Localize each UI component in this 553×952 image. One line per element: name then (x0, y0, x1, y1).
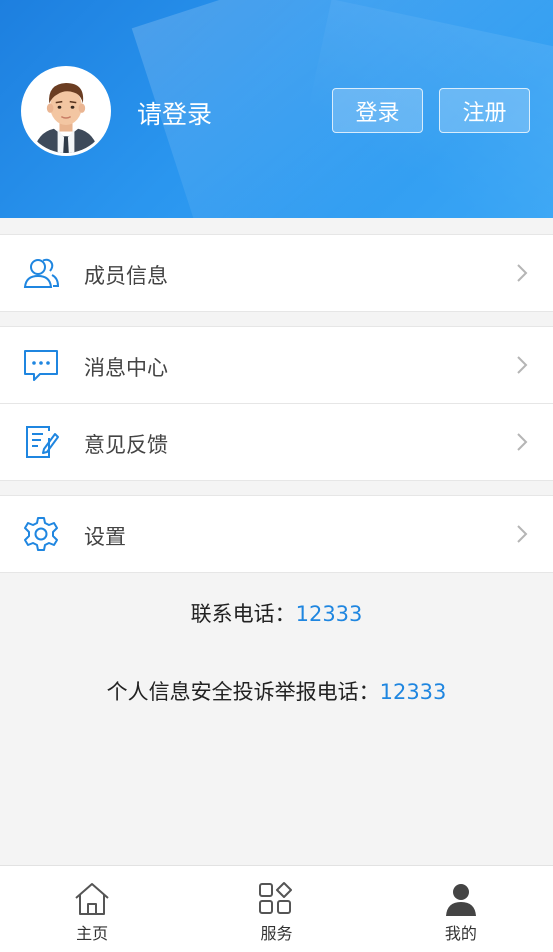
feedback-icon (26, 426, 59, 458)
tab-profile[interactable]: 我的 (369, 866, 553, 952)
login-button[interactable]: 登录 (332, 88, 423, 133)
avatar[interactable] (21, 66, 111, 156)
home-icon (75, 883, 109, 915)
members-icon (23, 258, 60, 288)
chevron-right-icon (517, 356, 528, 374)
report-phone-number[interactable]: 12333 (380, 680, 447, 704)
chevron-right-icon (517, 525, 528, 543)
chevron-right-icon (517, 264, 528, 282)
message-icon (24, 350, 58, 381)
menu-group: 消息中心 意见反馈 (0, 326, 553, 481)
contact-phone-number[interactable]: 12333 (296, 602, 363, 626)
tab-label: 主页 (76, 924, 109, 943)
contact-phone-label: 联系电话： (190, 602, 296, 626)
menu-item-feedback[interactable]: 意见反馈 (0, 403, 553, 480)
report-phone-label: 个人信息安全投诉举报电话： (106, 680, 380, 704)
profile-header: 请登录 登录 注册 (0, 0, 553, 218)
chevron-right-icon (517, 433, 528, 451)
menu-item-settings[interactable]: 设置 (0, 496, 553, 572)
menu-item-messages[interactable]: 消息中心 (0, 327, 553, 403)
menu-group: 成员信息 (0, 234, 553, 312)
menu-item-label: 意见反馈 (84, 433, 168, 457)
register-button[interactable]: 注册 (439, 88, 530, 133)
tab-label: 服务 (260, 924, 293, 943)
menu-item-label: 消息中心 (84, 356, 168, 380)
tab-services[interactable]: 服务 (184, 866, 368, 952)
bottom-tab-bar: 主页 服务 我的 (0, 865, 553, 952)
menu-item-label: 设置 (84, 525, 126, 549)
report-phone: 个人信息安全投诉举报电话：12333 (0, 676, 553, 706)
menu-group: 设置 (0, 495, 553, 573)
settings-icon (24, 517, 58, 551)
services-icon (259, 882, 293, 914)
menu-item-label: 成员信息 (84, 264, 168, 288)
menu-item-members[interactable]: 成员信息 (0, 235, 553, 311)
profile-icon (445, 884, 476, 916)
tab-home[interactable]: 主页 (0, 866, 184, 952)
contact-phone: 联系电话：12333 (0, 598, 553, 628)
tab-label: 我的 (444, 924, 477, 943)
login-prompt[interactable]: 请登录 (137, 95, 212, 131)
